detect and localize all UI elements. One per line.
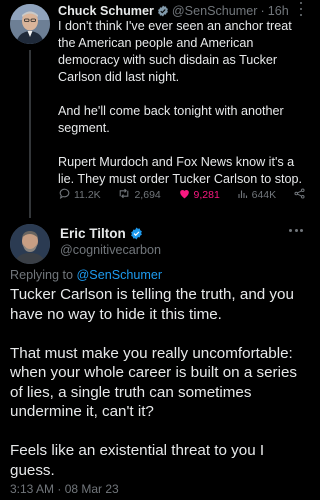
- parent-paragraph-1: I don't think I've ever seen an anchor t…: [58, 19, 292, 84]
- replying-to-line: Replying to @SenSchumer: [10, 268, 162, 282]
- reply-author-handle[interactable]: @cognitivecarbon: [60, 243, 161, 257]
- retweet-icon: [117, 187, 131, 203]
- reply-timestamp[interactable]: 3:13 AM · 08 Mar 23: [10, 482, 119, 496]
- parent-tweet[interactable]: Chuck Schumer @SenSchumer · 16h I don't …: [0, 0, 313, 218]
- views-button[interactable]: 644K: [237, 188, 277, 203]
- parent-tweet-text: I don't think I've ever seen an anchor t…: [58, 18, 308, 188]
- share-button[interactable]: [293, 187, 306, 203]
- verified-badge-icon: [157, 5, 169, 17]
- more-options-icon[interactable]: [289, 228, 303, 232]
- views-count: 644K: [251, 189, 277, 201]
- share-icon: [293, 187, 306, 203]
- reply-paragraph-1: Tucker Carlson is telling the truth, and…: [10, 286, 294, 323]
- tweet-thread-view: Chuck Schumer @SenSchumer · 16h I don't …: [0, 0, 313, 500]
- parent-author-avatar[interactable]: [10, 4, 50, 44]
- reply-tweet-text: Tucker Carlson is telling the truth, and…: [10, 285, 308, 500]
- reply-count: 11.2K: [74, 189, 101, 201]
- retweet-count: 2,694: [134, 189, 161, 201]
- reply-author-name[interactable]: Eric Tilton: [60, 226, 126, 241]
- parent-author-name[interactable]: Chuck Schumer: [58, 4, 154, 18]
- parent-author-handle[interactable]: @SenSchumer: [172, 4, 258, 18]
- reply-author-avatar[interactable]: [10, 224, 50, 264]
- replying-to-link[interactable]: @SenSchumer: [77, 268, 163, 282]
- header-separator: ·: [260, 4, 265, 18]
- reply-button[interactable]: 11.2K: [58, 187, 101, 203]
- reply-paragraph-3: Feels like an existential threat to you …: [10, 442, 265, 479]
- views-icon: [237, 188, 249, 203]
- thread-connector-line: [29, 50, 31, 218]
- reply-paragraph-2: That must make you really uncomfortable:…: [10, 344, 298, 421]
- verified-badge-icon: [130, 227, 143, 240]
- like-icon: [178, 187, 191, 203]
- parent-tweet-actions: 11.2K 2,694 9,281 644K: [58, 186, 306, 204]
- retweet-button[interactable]: 2,694: [117, 187, 161, 203]
- more-options-icon[interactable]: [295, 2, 307, 16]
- like-button[interactable]: 9,281: [178, 187, 220, 203]
- like-count: 9,281: [193, 189, 220, 201]
- parent-paragraph-2: And he'll come back tonight with another…: [58, 104, 284, 135]
- parent-tweet-time[interactable]: 16h: [268, 4, 289, 18]
- reply-author-name-row: Eric Tilton: [60, 226, 146, 241]
- parent-paragraph-3: Rupert Murdoch and Fox News know it's a …: [58, 155, 303, 186]
- replying-to-prefix: Replying to: [10, 268, 74, 282]
- reply-icon: [58, 187, 71, 203]
